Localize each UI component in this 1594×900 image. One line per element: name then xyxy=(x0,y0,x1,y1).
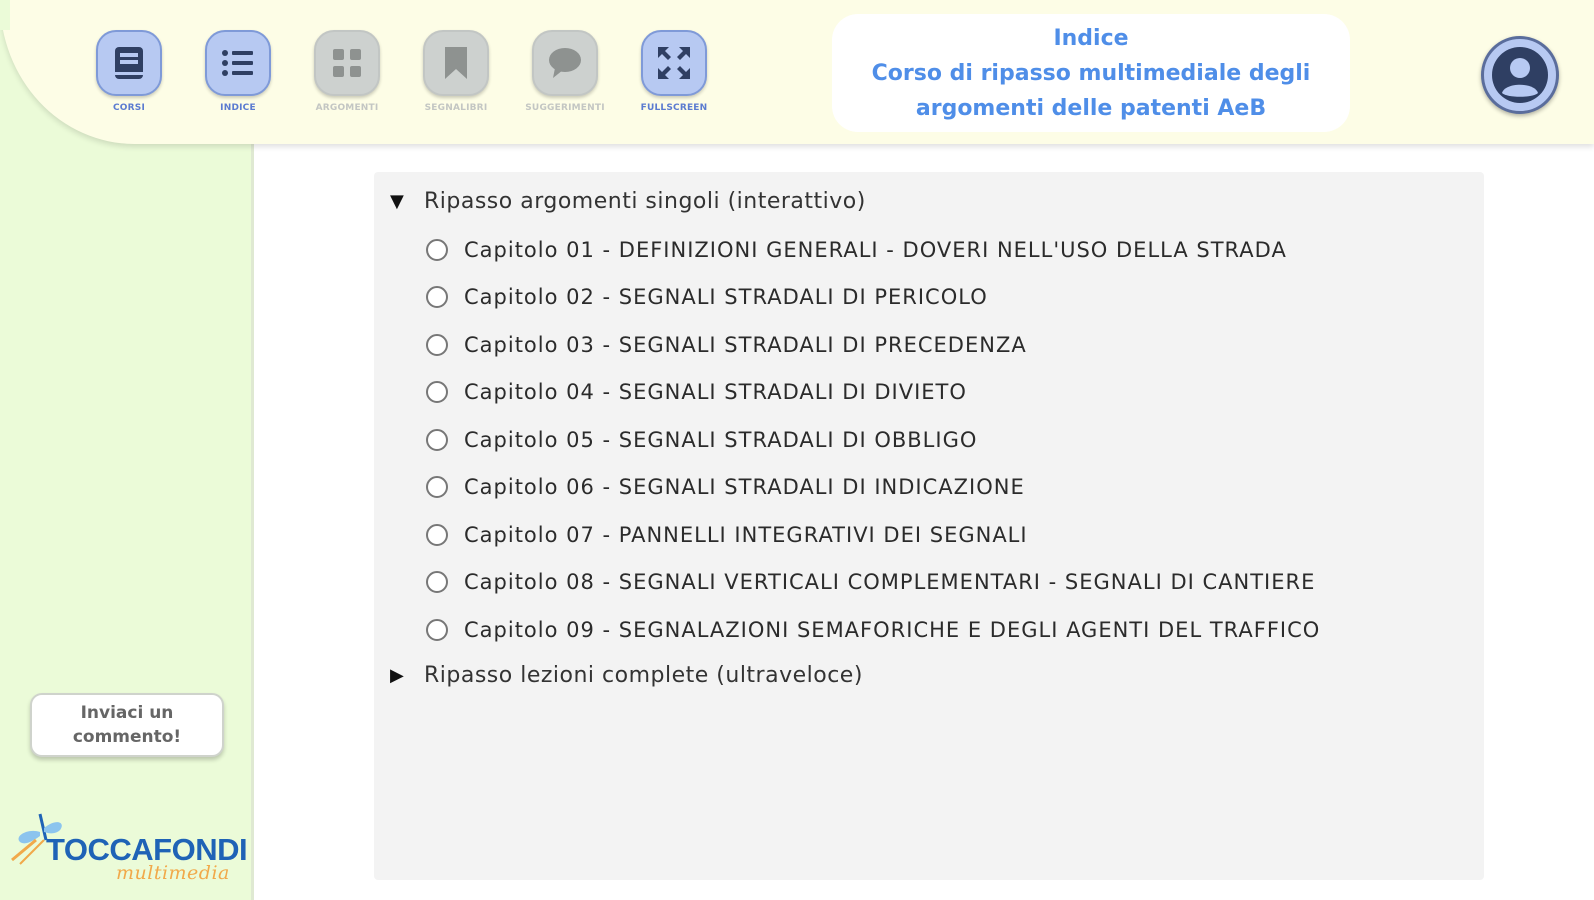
chapter-item-02[interactable]: Capitolo 02 - SEGNALI STRADALI DI PERICO… xyxy=(426,285,988,309)
fullscreen-icon xyxy=(658,47,690,79)
indice-button[interactable] xyxy=(205,30,271,96)
chapter-label[interactable]: Capitolo 02 - SEGNALI STRADALI DI PERICO… xyxy=(464,285,988,309)
corsi-label: CORSI xyxy=(112,103,146,113)
tool-argomenti[interactable]: ARGOMENTI xyxy=(313,30,381,113)
chapter-label[interactable]: Capitolo 08 - SEGNALI VERTICALI COMPLEME… xyxy=(464,570,1315,594)
collapse-arrow-icon[interactable]: ▶ xyxy=(390,665,408,686)
chapter-radio[interactable] xyxy=(426,571,448,593)
toccafondi-logo: TOCCAFONDI multimedia xyxy=(10,810,248,890)
argomenti-label: ARGOMENTI xyxy=(315,103,379,113)
user-avatar-button[interactable] xyxy=(1481,36,1559,114)
fullscreen-label: FULLSCREEN xyxy=(640,103,708,113)
tool-corsi[interactable]: CORSI xyxy=(95,30,163,113)
grid-icon xyxy=(333,49,361,77)
chapter-label[interactable]: Capitolo 06 - SEGNALI STRADALI DI INDICA… xyxy=(464,475,1025,499)
chapter-item-07[interactable]: Capitolo 07 - PANNELLI INTEGRATIVI DEI S… xyxy=(426,523,1028,547)
chapter-item-05[interactable]: Capitolo 05 - SEGNALI STRADALI DI OBBLIG… xyxy=(426,428,977,452)
chapter-radio[interactable] xyxy=(426,381,448,403)
index-panel: ▼ Ripasso argomenti singoli (interattivo… xyxy=(374,172,1484,880)
chapter-item-06[interactable]: Capitolo 06 - SEGNALI STRADALI DI INDICA… xyxy=(426,475,1025,499)
chapter-item-09[interactable]: Capitolo 09 - SEGNALAZIONI SEMAFORICHE E… xyxy=(426,618,1320,642)
section-label[interactable]: Ripasso argomenti singoli (interattivo) xyxy=(424,189,866,214)
chapter-radio[interactable] xyxy=(426,334,448,356)
chapter-radio[interactable] xyxy=(426,429,448,451)
tool-segnalibri[interactable]: SEGNALIBRI xyxy=(422,30,490,113)
chapter-label[interactable]: Capitolo 09 - SEGNALAZIONI SEMAFORICHE E… xyxy=(464,618,1320,642)
page-title-box: Indice Corso di ripasso multimediale deg… xyxy=(832,14,1350,132)
chapter-label[interactable]: Capitolo 01 - DEFINIZIONI GENERALI - DOV… xyxy=(464,238,1287,262)
suggerimenti-label: SUGGERIMENTI xyxy=(525,103,605,113)
top-header: CORSI INDICE ARGOMENTI SEGNALIBRI SUGGER… xyxy=(0,0,1594,144)
chapter-radio[interactable] xyxy=(426,239,448,261)
tool-fullscreen[interactable]: FULLSCREEN xyxy=(640,30,708,113)
fullscreen-button[interactable] xyxy=(641,30,707,96)
indice-label: INDICE xyxy=(220,103,256,113)
course-title-line2: argomenti delle patenti AeB xyxy=(915,95,1267,121)
argomenti-button[interactable] xyxy=(314,30,380,96)
expand-arrow-icon[interactable]: ▼ xyxy=(390,191,408,212)
toolbar: CORSI INDICE ARGOMENTI SEGNALIBRI SUGGER… xyxy=(95,30,708,113)
segnalibri-label: SEGNALIBRI xyxy=(424,103,488,113)
chapter-radio[interactable] xyxy=(426,286,448,308)
section-ripasso-lezioni[interactable]: ▶ Ripasso lezioni complete (ultraveloce) xyxy=(390,663,863,688)
book-icon xyxy=(115,47,143,79)
section-ripasso-argomenti[interactable]: ▼ Ripasso argomenti singoli (interattivo… xyxy=(390,189,866,214)
chapter-label[interactable]: Capitolo 04 - SEGNALI STRADALI DI DIVIET… xyxy=(464,380,967,404)
bookmark-icon xyxy=(445,47,467,79)
tool-indice[interactable]: INDICE xyxy=(204,30,272,113)
section-label[interactable]: Ripasso lezioni complete (ultraveloce) xyxy=(424,663,863,688)
corsi-button[interactable] xyxy=(96,30,162,96)
chapter-item-03[interactable]: Capitolo 03 - SEGNALI STRADALI DI PRECED… xyxy=(426,333,1027,357)
chapter-label[interactable]: Capitolo 07 - PANNELLI INTEGRATIVI DEI S… xyxy=(464,523,1028,547)
chapter-label[interactable]: Capitolo 03 - SEGNALI STRADALI DI PRECED… xyxy=(464,333,1027,357)
segnalibri-button[interactable] xyxy=(423,30,489,96)
chapter-item-04[interactable]: Capitolo 04 - SEGNALI STRADALI DI DIVIET… xyxy=(426,380,967,404)
chapter-item-08[interactable]: Capitolo 08 - SEGNALI VERTICALI COMPLEME… xyxy=(426,570,1315,594)
user-avatar-icon xyxy=(1492,47,1548,103)
speech-bubble-icon xyxy=(549,48,581,78)
chapter-item-01[interactable]: Capitolo 01 - DEFINIZIONI GENERALI - DOV… xyxy=(426,238,1287,262)
chapter-radio[interactable] xyxy=(426,619,448,641)
tool-suggerimenti[interactable]: SUGGERIMENTI xyxy=(525,30,605,113)
list-icon xyxy=(222,50,253,76)
logo-subtitle: multimedia xyxy=(116,862,230,884)
chapter-label[interactable]: Capitolo 05 - SEGNALI STRADALI DI OBBLIG… xyxy=(464,428,977,452)
chapter-radio[interactable] xyxy=(426,524,448,546)
chapter-radio[interactable] xyxy=(426,476,448,498)
send-comment-button[interactable]: Inviaci un commento! xyxy=(30,693,224,757)
page-title: Indice xyxy=(1053,25,1129,51)
course-title-line1: Corso di ripasso multimediale degli xyxy=(871,60,1311,86)
suggerimenti-button[interactable] xyxy=(532,30,598,96)
